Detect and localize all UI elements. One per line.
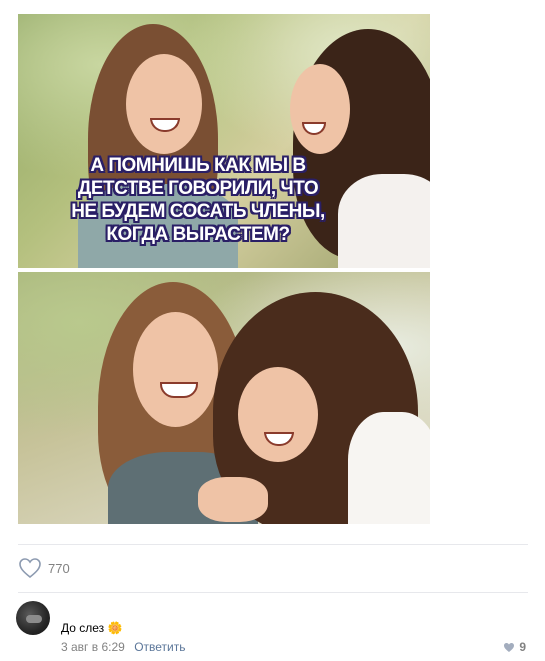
- comment-date[interactable]: 3 авг в 6:29: [61, 640, 125, 654]
- comment-author[interactable]: До слез 🌼: [61, 621, 122, 635]
- comments-divider: [18, 592, 528, 593]
- meme-top-panel: А ПОМНИШЬ КАК МЫ В ДЕТСТВЕ ГОВОРИЛИ, ЧТО…: [18, 14, 430, 268]
- like-count: 770: [48, 560, 70, 576]
- comment: До слез 🌼 3 авг в 6:29 Ответить 9: [16, 601, 528, 657]
- caption-line: А ПОМНИШЬ КАК МЫ В: [90, 155, 306, 176]
- meme-caption: А ПОМНИШЬ КАК МЫ В ДЕТСТВЕ ГОВОРИЛИ, ЧТО…: [48, 154, 348, 246]
- avatar[interactable]: [16, 601, 50, 635]
- right-girl-shirt: [348, 412, 430, 524]
- post-divider: [18, 544, 528, 545]
- comment-meta: 3 авг в 6:29 Ответить: [61, 640, 185, 654]
- caption-line: ДЕТСТВЕ ГОВОРИЛИ, ЧТО: [77, 178, 319, 199]
- caption-line: НЕ БУДЕМ СОСАТЬ ЧЛЕНЫ,: [71, 201, 325, 222]
- caption-line: КОГДА ВЫРАСТЕМ?: [106, 224, 290, 245]
- comment-like-count: 9: [519, 640, 526, 654]
- right-girl-face: [290, 64, 350, 154]
- comment-like-button[interactable]: 9: [503, 640, 526, 654]
- right-girl-face: [238, 367, 318, 462]
- meme-bottom-panel: [18, 272, 430, 524]
- like-button[interactable]: 770: [18, 556, 70, 580]
- left-girl-face: [126, 54, 202, 154]
- reply-button[interactable]: Ответить: [134, 640, 185, 654]
- post-image[interactable]: А ПОМНИШЬ КАК МЫ В ДЕТСТВЕ ГОВОРИЛИ, ЧТО…: [18, 14, 430, 524]
- heart-icon: [503, 642, 515, 653]
- right-girl-shirt: [338, 174, 430, 268]
- heart-outline-icon: [18, 557, 42, 579]
- left-girl-face: [133, 312, 218, 427]
- avatar-photo: [26, 615, 42, 623]
- vk-post: А ПОМНИШЬ КАК МЫ В ДЕТСТВЕ ГОВОРИЛИ, ЧТО…: [0, 0, 545, 661]
- hand: [198, 477, 268, 522]
